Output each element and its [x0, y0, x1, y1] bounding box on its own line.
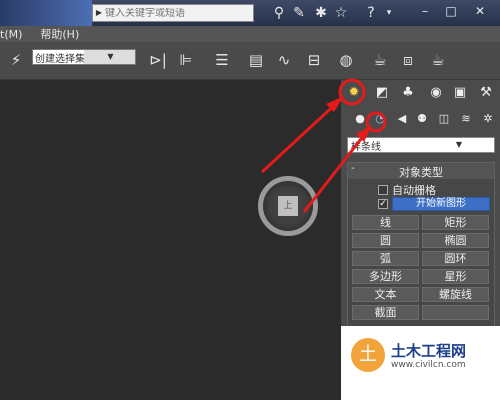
start-new-shape-checkbox[interactable]: ✓ [378, 199, 388, 209]
category-value: 样条线 [351, 141, 381, 153]
helpers-icon[interactable]: ◫ [435, 110, 453, 128]
selection-set-dropdown[interactable]: 创建选择集 ▼ [32, 49, 136, 65]
wrench-icon[interactable]: ✎ [290, 4, 308, 22]
mirror-icon[interactable]: ⊳| [146, 48, 170, 72]
selection-set-value: 创建选择集 [35, 53, 84, 65]
empty-button[interactable] [422, 305, 489, 320]
section-button[interactable]: 截面 [352, 305, 419, 320]
command-panel: ✹ ◩ ♣ ◉ ▣ ⚒ ● ◔ ◀ ⚉ ◫ ≋ ✲ 样条线 ▼ - 对象类型 自… [340, 80, 500, 400]
lights-icon[interactable]: ◀ [393, 110, 411, 128]
align-icon[interactable]: ⊫ [174, 48, 198, 72]
star-button[interactable]: 星形 [422, 269, 489, 284]
rollout-title: 对象类型 [399, 166, 443, 179]
render-teapot-icon[interactable]: ☕ [426, 48, 450, 72]
search-box[interactable]: ▶ [92, 4, 254, 22]
modify-tab-icon[interactable]: ◩ [371, 82, 393, 104]
rendered-frame-icon[interactable]: ⧈ [396, 48, 420, 72]
ngon-button[interactable]: 多边形 [352, 269, 419, 284]
motion-tab-icon[interactable]: ◉ [425, 82, 447, 104]
snap-icon[interactable]: ⚡ [4, 48, 28, 72]
object-type-rollout: - 对象类型 自动栅格 ✓ 开始新图形 线 矩形 圆 椭圆 弧 圆环 多边形 星… [347, 162, 495, 328]
cameras-icon[interactable]: ⚉ [413, 110, 431, 128]
autogrid-option[interactable]: 自动栅格 [378, 182, 436, 198]
shapes-icon[interactable]: ◔ [371, 110, 389, 128]
render-setup-icon[interactable]: ☕ [368, 48, 392, 72]
ellipse-button[interactable]: 椭圆 [422, 233, 489, 248]
text-button[interactable]: 文本 [352, 287, 419, 302]
title-bar-logo-area [0, 0, 92, 26]
command-panel-tabs: ✹ ◩ ♣ ◉ ▣ ⚒ [341, 80, 500, 106]
geometry-icon[interactable]: ● [351, 110, 369, 128]
systems-icon[interactable]: ✲ [479, 110, 497, 128]
close-button[interactable]: ✕ [468, 2, 492, 20]
title-bar: ▶ ⚲ ✎ ✱ ☆ ? ▾ – □ ✕ [0, 0, 500, 26]
layer-manager-icon[interactable]: ☰ [210, 48, 234, 72]
chevron-down-icon[interactable]: ▼ [84, 50, 135, 64]
search-input[interactable] [105, 7, 251, 19]
viewcube-face[interactable]: 上 [278, 196, 298, 216]
watermark-logo-icon: 土 [351, 338, 385, 372]
main-toolbar: ⚡ 创建选择集 ▼ ⊳| ⊫ ☰ ▤ ∿ ⊟ ◍ ☕ ⧈ ☕ [0, 42, 500, 80]
start-new-shape-option[interactable]: ✓ 开始新图形 [378, 197, 490, 211]
spacewarps-icon[interactable]: ≋ [457, 110, 475, 128]
schematic-view-icon[interactable]: ⊟ [302, 48, 326, 72]
utilities-tab-icon[interactable]: ⚒ [475, 82, 497, 104]
line-button[interactable]: 线 [352, 215, 419, 230]
rectangle-button[interactable]: 矩形 [422, 215, 489, 230]
viewcube[interactable]: 上 [258, 176, 318, 236]
helix-button[interactable]: 螺旋线 [422, 287, 489, 302]
star-tools-icon[interactable]: ✱ [312, 4, 330, 22]
category-dropdown[interactable]: 样条线 ▼ [347, 137, 495, 153]
chevron-down-icon[interactable]: ▼ [421, 138, 494, 152]
circle-button[interactable]: 圆 [352, 233, 419, 248]
watermark-url: www.civilcn.com [391, 360, 466, 370]
display-tab-icon[interactable]: ▣ [449, 82, 471, 104]
watermark: 土 土木工程网 www.civilcn.com [341, 326, 500, 400]
hierarchy-tab-icon[interactable]: ♣ [397, 82, 419, 104]
watermark-title: 土木工程网 [391, 342, 467, 360]
autogrid-label: 自动栅格 [392, 184, 436, 197]
autogrid-checkbox[interactable] [378, 185, 388, 195]
create-subcategory-bar: ● ◔ ◀ ⚉ ◫ ≋ ✲ [341, 108, 500, 130]
maximize-button[interactable]: □ [440, 2, 462, 20]
search-arrow-icon[interactable]: ▶ [93, 5, 105, 21]
viewport[interactable]: 上 [0, 80, 340, 400]
arc-button[interactable]: 弧 [352, 251, 419, 266]
help-icon[interactable]: ? [362, 4, 380, 22]
start-new-shape-button[interactable]: 开始新图形 [392, 197, 490, 211]
menu-bar: t(M) 帮助(H) [0, 26, 500, 42]
curve-editor-icon[interactable]: ∿ [272, 48, 296, 72]
menu-item-edit[interactable]: t(M) [0, 28, 22, 41]
binoculars-icon[interactable]: ⚲ [270, 4, 288, 22]
scene-explorer-icon[interactable]: ▤ [244, 48, 268, 72]
donut-button[interactable]: 圆环 [422, 251, 489, 266]
rollout-header[interactable]: - 对象类型 [348, 163, 494, 179]
create-tab-icon[interactable]: ✹ [343, 82, 365, 104]
star-icon[interactable]: ☆ [332, 4, 350, 22]
help-dropdown-icon[interactable]: ▾ [380, 4, 398, 22]
material-editor-icon[interactable]: ◍ [334, 48, 358, 72]
minimize-button[interactable]: – [414, 2, 436, 20]
menu-item-help[interactable]: 帮助(H) [40, 26, 79, 42]
